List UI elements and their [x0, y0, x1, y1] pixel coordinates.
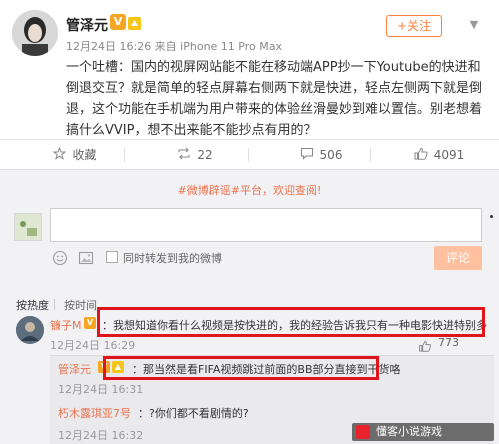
sort-by-hot[interactable]: 按热度 [16, 297, 49, 313]
comment-input[interactable] [50, 208, 482, 242]
commenter-name[interactable]: 镰子M [50, 317, 82, 333]
repost-button[interactable]: 22 [150, 140, 240, 170]
comment-count: 506 [319, 148, 343, 162]
like-count: 4091 [433, 148, 465, 162]
reply-author-name[interactable]: 朽木露琪亚7号 [58, 405, 131, 421]
sort-by-time[interactable]: 按时间 [64, 297, 97, 313]
author-avatar[interactable] [12, 10, 58, 56]
thumbs-up-icon [414, 141, 428, 171]
comment-icon [300, 141, 314, 171]
post-meta: 12月24日 16:26 来自 iPhone 11 Pro Max [66, 40, 282, 53]
my-avatar [14, 213, 42, 241]
comment-button[interactable]: 506 [276, 140, 366, 170]
repost-count: 22 [197, 148, 213, 162]
reply-author-name[interactable]: 管泽元 [58, 361, 91, 377]
star-icon [53, 141, 67, 171]
notice-link[interactable]: 欢迎查阅! [273, 184, 321, 197]
reply-time: 12月24日 16:32 [58, 429, 144, 442]
favorite-button[interactable]: 收藏 [30, 140, 120, 170]
repost-icon [177, 141, 191, 171]
commenter-avatar[interactable] [16, 316, 44, 344]
level-badge-icon [128, 15, 141, 30]
submit-comment-button[interactable]: 评论 [434, 246, 482, 270]
notice-line: #微博辟谣#平台，欢迎查阅! [0, 182, 499, 198]
cursor-dot [490, 215, 493, 218]
action-bar: 收藏 22 506 4091 [0, 139, 499, 169]
comment-like-count: 773 [438, 336, 459, 349]
highlight-box [103, 356, 379, 380]
thumbs-up-icon[interactable] [418, 337, 432, 352]
reply-time: 12月24日 16:31 [58, 383, 144, 396]
author-name[interactable]: 管泽元 [66, 15, 108, 35]
smile-icon[interactable] [52, 250, 68, 266]
image-icon[interactable] [78, 250, 94, 266]
favorite-label: 收藏 [72, 148, 97, 162]
chevron-down-icon[interactable]: ▼ [466, 18, 482, 34]
post-text: 一个吐槽：国内的视屏网站能不能在移动端APP抄一下Youtube的快进和倒退交互… [66, 60, 483, 138]
watermark: 懂客小说游戏 [352, 423, 494, 441]
repost-checkbox-label[interactable]: 同时转发到我的微博 [123, 250, 222, 266]
member-badge-icon: V [84, 317, 96, 329]
notice-hashtag[interactable]: #微博辟谣#平台， [178, 184, 273, 197]
like-button[interactable]: 4091 [394, 140, 484, 170]
verified-badge: V [110, 14, 126, 30]
watermark-logo-icon [356, 425, 370, 439]
reply-text: ：?你们都不看剧情的? [138, 407, 249, 420]
repost-checkbox[interactable] [106, 251, 118, 263]
comment-time: 12月24日 16:29 [50, 339, 136, 352]
sort-divider [54, 299, 55, 310]
highlight-box [97, 307, 485, 337]
follow-button[interactable]: +关注 [386, 15, 442, 37]
